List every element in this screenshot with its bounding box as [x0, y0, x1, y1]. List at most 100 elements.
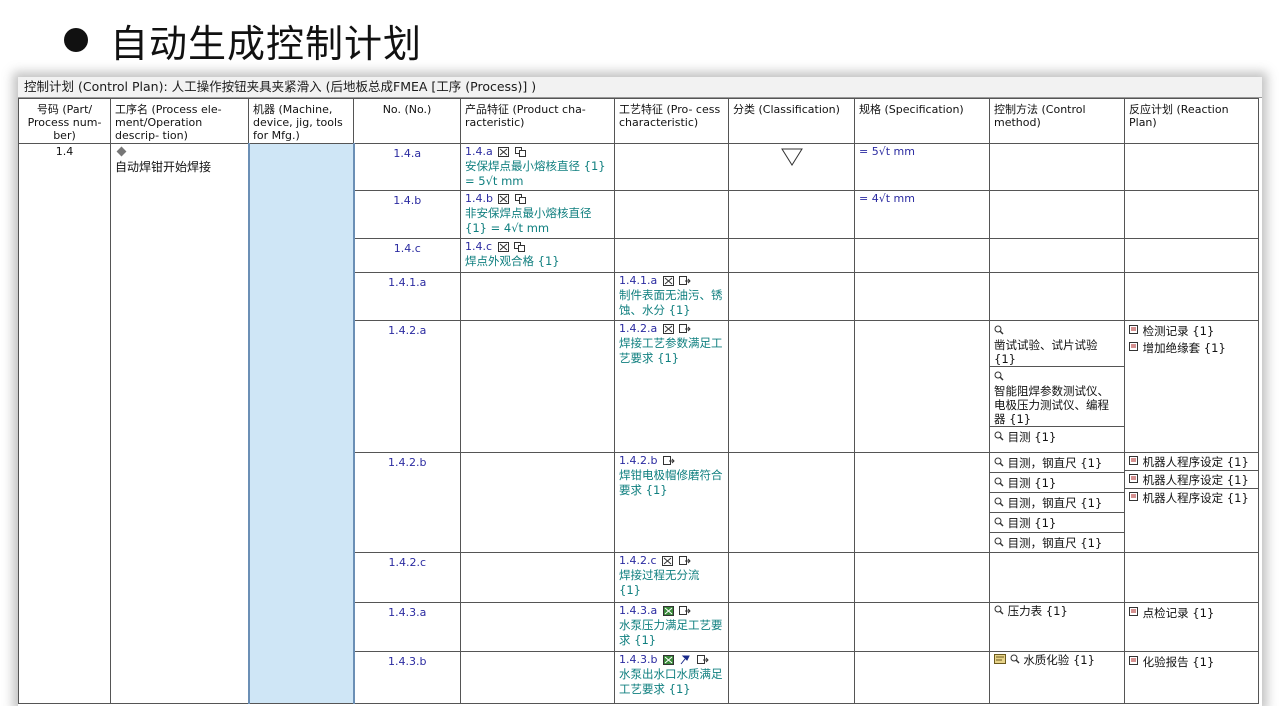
classification-cell[interactable]: [728, 238, 855, 273]
control-method-item[interactable]: 智能阻焊参数测试仪、电极压力测试仪、编程器 {1}: [990, 367, 1124, 427]
row-number: 1.4.3.b: [353, 651, 461, 704]
control-method-cell[interactable]: [989, 552, 1125, 603]
control-method-cell[interactable]: 目测，钢直尺 {1} 目测 {1} 目测，钢直尺 {1} 目测 {1} 目测，钢…: [989, 452, 1125, 553]
reaction-item[interactable]: 机器人程序设定 {1}: [1125, 454, 1258, 471]
magnifier-icon: [994, 325, 1004, 335]
col-header-reaction-plan[interactable]: 反应计划 (Reaction Plan): [1124, 98, 1259, 144]
process-characteristic-cell[interactable]: 1.4.2.a 焊接工艺参数满足工艺要求 {1}: [614, 320, 729, 453]
process-characteristic-cell[interactable]: 1.4.3.b 水泵出水口水质满足工艺要求 {1}: [614, 651, 729, 704]
specification-cell[interactable]: [854, 552, 990, 603]
col-header-product-characteristic[interactable]: 产品特征 (Product cha- racteristic): [460, 98, 615, 144]
col-header-part-number[interactable]: 号码 (Part/ Process num- ber): [18, 98, 111, 144]
control-method-cell[interactable]: 凿试试验、试片试验 {1} 智能阻焊参数测试仪、电极压力测试仪、编程器 {1} …: [989, 320, 1125, 453]
operation-cell[interactable]: 自动焊钳开始焊接: [110, 143, 249, 704]
machine-cell[interactable]: [247, 143, 355, 704]
col-header-machine[interactable]: 机器 (Machine, device, jig, tools for Mfg.…: [248, 98, 354, 144]
control-method-item[interactable]: 目测 {1}: [990, 513, 1124, 533]
reaction-item[interactable]: 机器人程序设定 {1}: [1126, 489, 1258, 506]
control-method-item[interactable]: 目测，钢直尺 {1}: [990, 493, 1124, 513]
col-header-operation[interactable]: 工序名 (Process ele- ment/Operation descrip…: [110, 98, 249, 144]
control-method-item[interactable]: 水质化验 {1}: [994, 653, 1120, 667]
col-header-control-method[interactable]: 控制方法 (Control method): [989, 98, 1125, 144]
col-header-classification[interactable]: 分类 (Classification): [728, 98, 855, 144]
control-method-cell[interactable]: [989, 143, 1125, 191]
classification-cell[interactable]: [728, 602, 855, 652]
row-number: 1.4.1.a: [353, 272, 461, 321]
control-method-item[interactable]: 目测，钢直尺 {1}: [991, 533, 1124, 552]
reaction-plan-cell[interactable]: 检测记录 {1} 增加绝缘套 {1}: [1124, 320, 1259, 453]
grid-icon: [662, 276, 674, 286]
classification-cell[interactable]: [728, 190, 855, 239]
row-number: 1.4.b: [353, 190, 461, 239]
process-characteristic-cell[interactable]: [614, 238, 729, 273]
reaction-item[interactable]: 增加绝缘套 {1}: [1129, 339, 1254, 356]
reaction-plan-cell[interactable]: [1124, 552, 1259, 603]
reaction-item[interactable]: 机器人程序设定 {1}: [1125, 471, 1258, 489]
control-method-cell[interactable]: [989, 272, 1125, 321]
classification-cell[interactable]: [728, 143, 855, 191]
grid-icon: [498, 147, 510, 157]
reaction-plan-cell[interactable]: [1124, 143, 1259, 191]
process-characteristic-cell[interactable]: 1.4.1.a 制件表面无油污、锈蚀、水分 {1}: [614, 272, 729, 321]
process-characteristic-cell[interactable]: [614, 143, 729, 191]
process-characteristic-cell[interactable]: 1.4.2.c 焊接过程无分流 {1}: [614, 552, 729, 603]
control-method-item[interactable]: 凿试试验、试片试验 {1}: [990, 322, 1124, 367]
product-characteristic-cell[interactable]: 1.4.b 非安保焊点最小熔核直径 {1} = 4√t mm: [460, 190, 615, 239]
control-method-item[interactable]: 目测 {1}: [990, 473, 1124, 493]
process-characteristic-cell[interactable]: 1.4.2.b 焊钳电极帽修磨符合要求 {1}: [614, 452, 729, 553]
specification-cell[interactable]: [854, 602, 990, 652]
reaction-plan-cell[interactable]: 化验报告 {1}: [1124, 651, 1259, 704]
product-characteristic-cell[interactable]: [460, 320, 615, 453]
grid-icon: [498, 194, 510, 204]
col-header-specification[interactable]: 规格 (Specification): [854, 98, 990, 144]
specification-cell[interactable]: [854, 452, 990, 553]
classification-cell[interactable]: [728, 651, 855, 704]
reaction-plan-cell[interactable]: 点检记录 {1}: [1124, 602, 1259, 652]
col-header-no[interactable]: No. (No.): [353, 98, 461, 144]
reaction-plan-cell[interactable]: [1124, 272, 1259, 321]
reaction-item[interactable]: 化验报告 {1}: [1129, 653, 1254, 670]
table-row[interactable]: 1.4 自动焊钳开始焊接 1.4.a 1.4.a 安保焊点最小熔核直径 {1} …: [18, 143, 1259, 704]
control-method-item[interactable]: 压力表 {1}: [994, 604, 1120, 618]
specification-cell[interactable]: [854, 272, 990, 321]
control-plan-table-area[interactable]: 号码 (Part/ Process num- ber) 工序名 (Process…: [18, 98, 1262, 706]
control-method-cell[interactable]: [989, 190, 1125, 239]
note-icon: [994, 654, 1006, 664]
process-text: 制件表面无油污、锈蚀、水分 {1}: [619, 288, 723, 317]
product-characteristic-cell[interactable]: [460, 272, 615, 321]
magnifier-icon: [994, 497, 1004, 507]
classification-cell[interactable]: [728, 320, 855, 453]
control-method-item[interactable]: 目测 {1}: [991, 427, 1124, 446]
magnifier-icon: [994, 477, 1004, 487]
classification-cell[interactable]: [728, 552, 855, 603]
product-characteristic-cell[interactable]: [460, 651, 615, 704]
control-method-text: 目测 {1}: [1007, 516, 1057, 530]
control-method-cell[interactable]: [989, 238, 1125, 273]
product-characteristic-cell[interactable]: [460, 552, 615, 603]
specification-cell[interactable]: = 5√t mm: [854, 143, 990, 191]
specification-cell[interactable]: [854, 651, 990, 704]
reaction-item[interactable]: 点检记录 {1}: [1129, 604, 1254, 621]
specification-cell[interactable]: = 4√t mm: [854, 190, 990, 239]
process-number-cell[interactable]: 1.4: [18, 143, 111, 704]
control-plan-table: 号码 (Part/ Process num- ber) 工序名 (Process…: [18, 98, 1259, 704]
reaction-plan-cell[interactable]: [1124, 238, 1259, 273]
control-method-cell[interactable]: 水质化验 {1}: [989, 651, 1125, 704]
product-characteristic-cell[interactable]: [460, 452, 615, 553]
process-characteristic-cell[interactable]: 1.4.3.a 水泵压力满足工艺要求 {1}: [614, 602, 729, 652]
specification-cell[interactable]: [854, 238, 990, 273]
control-method-text: 目测 {1}: [1007, 430, 1057, 444]
col-header-process-characteristic[interactable]: 工艺特征 (Pro- cess characteristic): [614, 98, 729, 144]
product-characteristic-cell[interactable]: 1.4.a 安保焊点最小熔核直径 {1} = 5√t mm: [460, 143, 615, 191]
process-characteristic-cell[interactable]: [614, 190, 729, 239]
product-characteristic-cell[interactable]: 1.4.c 焊点外观合格 {1}: [460, 238, 615, 273]
reaction-plan-cell[interactable]: 机器人程序设定 {1} 机器人程序设定 {1} 机器人程序设定 {1}: [1124, 452, 1259, 553]
reaction-item[interactable]: 检测记录 {1}: [1129, 322, 1254, 339]
control-method-item[interactable]: 目测，钢直尺 {1}: [990, 454, 1124, 473]
specification-cell[interactable]: [854, 320, 990, 453]
reaction-plan-cell[interactable]: [1124, 190, 1259, 239]
classification-cell[interactable]: [728, 452, 855, 553]
product-characteristic-cell[interactable]: [460, 602, 615, 652]
control-method-cell[interactable]: 压力表 {1}: [989, 602, 1125, 652]
classification-cell[interactable]: [728, 272, 855, 321]
